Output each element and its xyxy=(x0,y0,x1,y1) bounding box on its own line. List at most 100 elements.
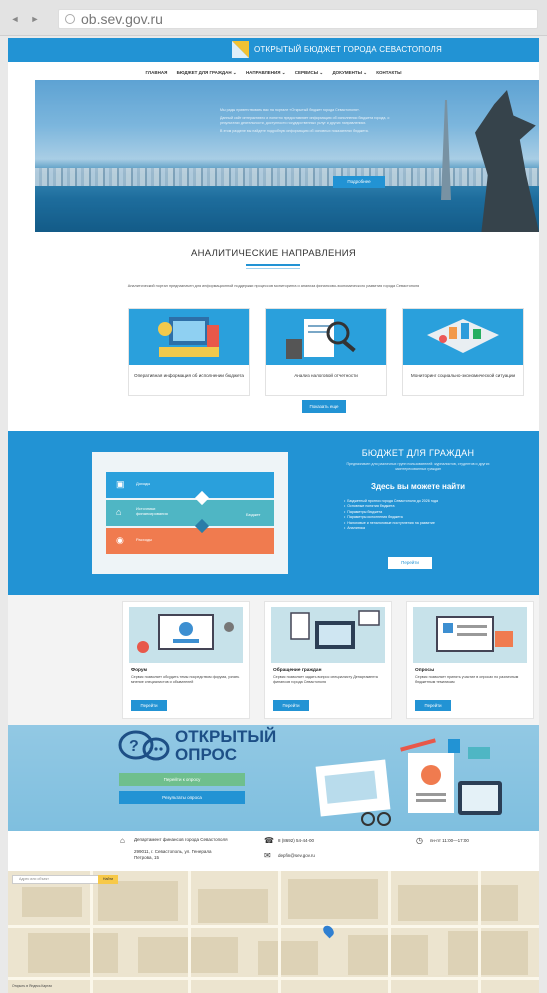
band-label: Бюджет xyxy=(246,512,261,517)
poll-heading: ОТКРЫТЫЙ ОПРОС xyxy=(175,728,276,764)
map-credit-link[interactable]: Открыть в Яндекс.Картах xyxy=(12,984,52,988)
open-poll-banner: ? ОТКРЫТЫЙ ОПРОС Перейти к опросу Резуль… xyxy=(8,725,539,831)
map-road xyxy=(8,925,539,928)
budget-topic-link[interactable]: Аналитика xyxy=(344,526,494,531)
location-map[interactable]: Адрес или объект Найти Открыть в Яндекс.… xyxy=(8,871,539,993)
bank-icon: ⌂ xyxy=(116,507,122,517)
browser-toolbar: ◄ ► ob.sev.gov.ru xyxy=(0,0,547,36)
service-card-appeals: Обращение граждан Сервис позволяет задат… xyxy=(264,601,392,719)
map-road xyxy=(8,977,539,980)
analytics-card-budget[interactable]: Оперативная информация об исполнении бюд… xyxy=(128,308,250,396)
forum-go-button[interactable]: Перейти xyxy=(131,700,167,711)
map-block xyxy=(28,933,118,973)
phone-icon: ☎ xyxy=(264,836,274,845)
home-icon: ⌂ xyxy=(120,836,125,845)
email-address[interactable]: depfin@sev.gov.ru xyxy=(278,853,315,859)
map-road xyxy=(478,871,481,993)
map-road xyxy=(278,871,281,993)
find-heading: Здесь вы можете найти xyxy=(370,482,466,491)
tax-analysis-illustration xyxy=(266,309,386,365)
budget-subtitle: Предназначен для различных групп пользов… xyxy=(346,462,490,471)
service-card-polls: Опросы Сервис позволяет принять участие … xyxy=(406,601,534,719)
hero-paragraph: В этом разделе вы найдете подробную инфо… xyxy=(220,129,369,133)
show-more-button[interactable]: Показать еще xyxy=(302,400,346,413)
work-hours: пн-пт 11:00—17:00 xyxy=(430,838,469,843)
appeals-illustration xyxy=(271,607,385,663)
map-search-input[interactable]: Адрес или объект xyxy=(12,875,108,884)
budget-structure-illustration: ▣ Доходы ⌂ Источники финансирования Бюдж… xyxy=(92,452,288,574)
coins-icon: ◉ xyxy=(116,535,124,545)
page-info-icon[interactable] xyxy=(65,14,75,24)
poll-heading-line: ОПРОС xyxy=(175,745,238,764)
hero-banner: Мы рады приветствовать вас на портале «О… xyxy=(35,80,539,232)
hero-overlay xyxy=(35,80,539,232)
forum-illustration xyxy=(129,607,243,663)
map-block xyxy=(22,887,82,917)
address-bar[interactable]: ob.sev.gov.ru xyxy=(58,9,538,29)
svg-text:?: ? xyxy=(129,738,139,755)
hero-more-button[interactable]: Подробнее xyxy=(333,176,385,188)
budget-execution-illustration xyxy=(129,309,249,365)
menu-item-services[interactable]: СЕРВИСЫ ⌄ xyxy=(295,66,323,80)
card-label: Мониторинг социально-экономической ситуа… xyxy=(410,373,516,378)
budget-go-button[interactable]: Перейти xyxy=(388,557,432,569)
service-title: Форум xyxy=(131,668,148,673)
menu-item-documents[interactable]: ДОКУМЕНТЫ ⌄ xyxy=(332,66,367,80)
map-block xyxy=(288,879,378,919)
band-label: Источники финансирования xyxy=(136,506,168,516)
back-icon[interactable]: ◄ xyxy=(8,12,22,26)
budget-for-citizens-section: ▣ Доходы ⌂ Источники финансирования Бюдж… xyxy=(8,431,539,595)
title-underline xyxy=(246,268,300,269)
menu-item-directions[interactable]: НАПРАВЛЕНИЯ ⌄ xyxy=(246,66,286,80)
analytics-title: АНАЛИТИЧЕСКИЕ НАПРАВЛЕНИЯ xyxy=(190,248,357,259)
speech-bubbles-icon: ? xyxy=(118,730,170,761)
website: ОТКРЫТЫЙ БЮДЖЕТ ГОРОДА СЕВАСТОПОЛЯ ГЛАВН… xyxy=(8,38,539,993)
analytics-card-monitoring[interactable]: Мониторинг социально-экономической ситуа… xyxy=(402,308,524,396)
polls-go-button[interactable]: Перейти xyxy=(415,700,451,711)
card-label: Анализ налоговой отчетности xyxy=(294,373,358,378)
map-block xyxy=(198,889,268,923)
service-text: Сервис позволяет обсудить темы посредств… xyxy=(131,675,240,684)
menu-item-contacts[interactable]: КОНТАКТЫ xyxy=(376,66,401,80)
socioeconomic-illustration xyxy=(403,309,523,365)
service-card-forum: Форум Сервис позволяет обсудить темы пос… xyxy=(122,601,250,719)
phone-number[interactable]: 8 (8692) 54-44-00 xyxy=(278,838,314,844)
forward-icon[interactable]: ► xyxy=(28,12,42,26)
card-label: Оперативная информация об исполнении бюд… xyxy=(134,373,244,378)
clock-icon: ◷ xyxy=(416,836,423,845)
service-text: Сервис позволяет задать вопрос специалис… xyxy=(273,675,378,684)
site-header: ОТКРЫТЫЙ БЮДЖЕТ ГОРОДА СЕВАСТОПОЛЯ xyxy=(8,38,539,62)
expenses-band: ◉ Расходы xyxy=(106,528,274,554)
poll-results-button[interactable]: Результаты опроса xyxy=(119,791,245,804)
services-section: Форум Сервис позволяет обсудить темы пос… xyxy=(8,595,539,725)
band-label: Расходы xyxy=(136,537,153,542)
org-name: Департамент финансов города Севастополя xyxy=(134,837,228,842)
map-search-button[interactable]: Найти xyxy=(98,875,118,884)
band-label: Доходы xyxy=(136,481,151,486)
take-poll-button[interactable]: Перейти к опросу xyxy=(119,773,245,786)
service-title: Обращение граждан xyxy=(273,668,322,673)
service-title: Опросы xyxy=(415,668,435,673)
analytics-card-tax[interactable]: Анализ налоговой отчетности xyxy=(265,308,387,396)
map-road xyxy=(188,871,191,993)
main-menu: ГЛАВНАЯ БЮДЖЕТ ДЛЯ ГРАЖДАН ⌄ НАПРАВЛЕНИЯ… xyxy=(8,66,539,80)
site-title[interactable]: ОТКРЫТЫЙ БЮДЖЕТ ГОРОДА СЕВАСТОПОЛЯ xyxy=(254,45,442,54)
browser-window: ◄ ► ob.sev.gov.ru ОТКРЫТЫЙ БЮДЖЕТ ГОРОДА… xyxy=(0,0,547,993)
money-icon: ▣ xyxy=(116,479,125,489)
contacts-footer: ⌂ Департамент финансов города Севастопол… xyxy=(8,831,539,871)
menu-item-budget-citizens[interactable]: БЮДЖЕТ ДЛЯ ГРАЖДАН ⌄ xyxy=(177,66,237,80)
hero-paragraph: Данный сайт интерактивно и понятно предо… xyxy=(220,116,390,125)
budget-topics-list: Бюджетный прогноз города Севастополя до … xyxy=(344,499,494,531)
financing-band: ⌂ Источники финансирования Бюджет xyxy=(106,500,274,526)
poll-heading-line: ОТКРЫТЫЙ xyxy=(175,727,277,746)
map-road xyxy=(388,871,391,993)
appeals-go-button[interactable]: Перейти xyxy=(273,700,309,711)
url-text: ob.sev.gov.ru xyxy=(81,11,163,27)
analytics-subtitle: Аналитический портал предназначен для ин… xyxy=(127,284,420,288)
org-address: 299011, г. Севастополь, ул. Генерала Пет… xyxy=(134,849,212,860)
hero-text: Мы рады приветствовать вас на портале «О… xyxy=(220,108,410,137)
hero-paragraph: Мы рады приветствовать вас на портале «О… xyxy=(220,108,360,112)
revenue-band: ▣ Доходы xyxy=(106,472,274,498)
menu-item-home[interactable]: ГЛАВНАЯ xyxy=(145,66,167,80)
service-text: Сервис позволяет принять участие в опрос… xyxy=(415,675,519,684)
